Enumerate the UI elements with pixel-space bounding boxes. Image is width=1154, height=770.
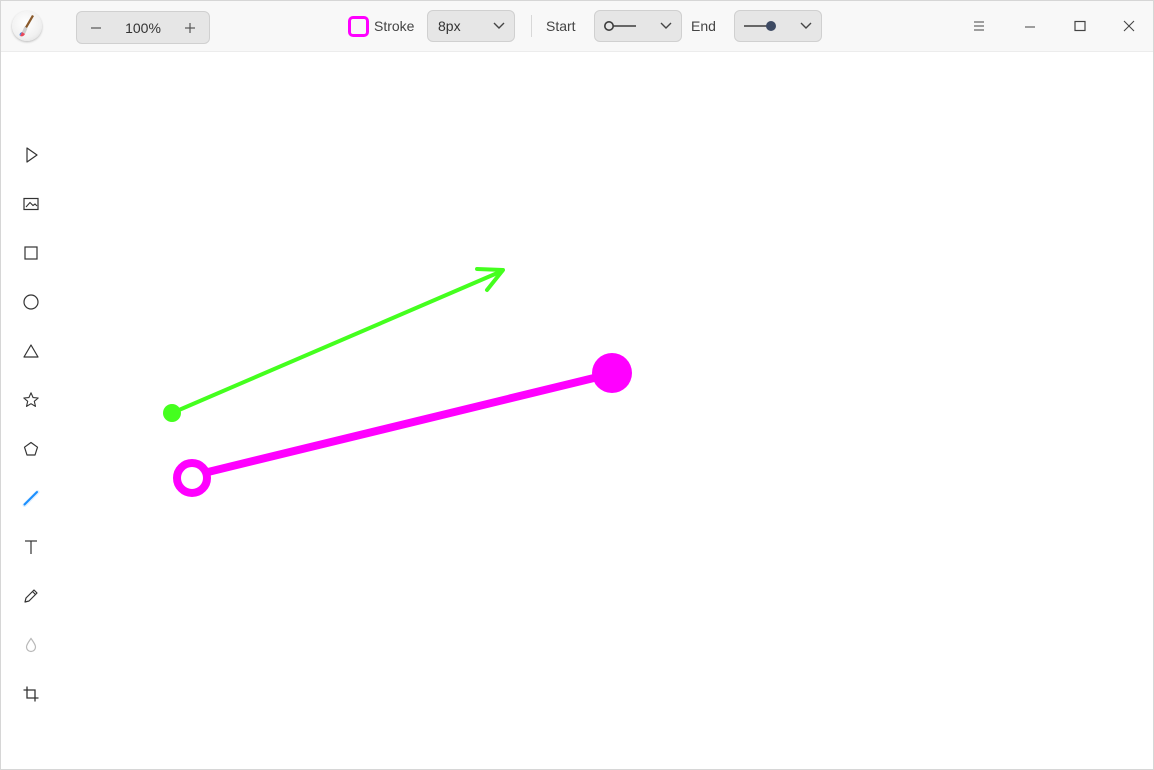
minus-icon[interactable]: [77, 12, 115, 43]
circle-icon[interactable]: [15, 286, 47, 318]
toolbar-divider: [531, 15, 532, 37]
zoom-value[interactable]: 100%: [115, 20, 171, 36]
triangle-icon[interactable]: [15, 335, 47, 367]
stroke-color-swatch[interactable]: [348, 16, 369, 37]
minimize-icon[interactable]: [1017, 13, 1043, 39]
zoom-control: 100%: [76, 11, 210, 44]
drop-icon[interactable]: [15, 629, 47, 661]
stroke-width-value: 8px: [438, 18, 461, 34]
end-label: End: [691, 18, 716, 34]
chevron-down-icon: [484, 11, 514, 41]
rectangle-icon[interactable]: [15, 237, 47, 269]
plus-icon[interactable]: [171, 12, 209, 43]
magenta-line[interactable]: [173, 353, 632, 497]
pencil-icon[interactable]: [15, 580, 47, 612]
chevron-down-icon: [791, 11, 821, 41]
paintbrush-app-icon[interactable]: [12, 11, 42, 41]
app-window: 100% Stroke 8px Start End: [0, 0, 1154, 770]
end-style-dropdown[interactable]: [734, 10, 822, 42]
line-filled-circle-icon: [735, 11, 785, 41]
cursor-icon[interactable]: [15, 139, 47, 171]
stroke-width-dropdown[interactable]: 8px: [427, 10, 515, 42]
line-icon[interactable]: [15, 482, 47, 514]
stroke-label: Stroke: [374, 18, 415, 34]
titlebar: 100% Stroke 8px Start End: [1, 1, 1153, 52]
text-icon[interactable]: [15, 531, 47, 563]
star-icon[interactable]: [15, 384, 47, 416]
start-label: Start: [546, 18, 576, 34]
close-icon[interactable]: [1116, 13, 1142, 39]
tool-palette: [15, 139, 47, 727]
circle-outline-line-icon: [595, 11, 645, 41]
pentagon-icon[interactable]: [15, 433, 47, 465]
chevron-down-icon: [651, 11, 681, 41]
start-style-dropdown[interactable]: [594, 10, 682, 42]
crop-icon[interactable]: [15, 678, 47, 710]
drawing-canvas[interactable]: [1, 52, 1153, 769]
maximize-icon[interactable]: [1067, 13, 1093, 39]
green-arrow-line[interactable]: [163, 267, 505, 422]
image-icon[interactable]: [15, 188, 47, 220]
hamburger-icon[interactable]: [966, 13, 992, 39]
